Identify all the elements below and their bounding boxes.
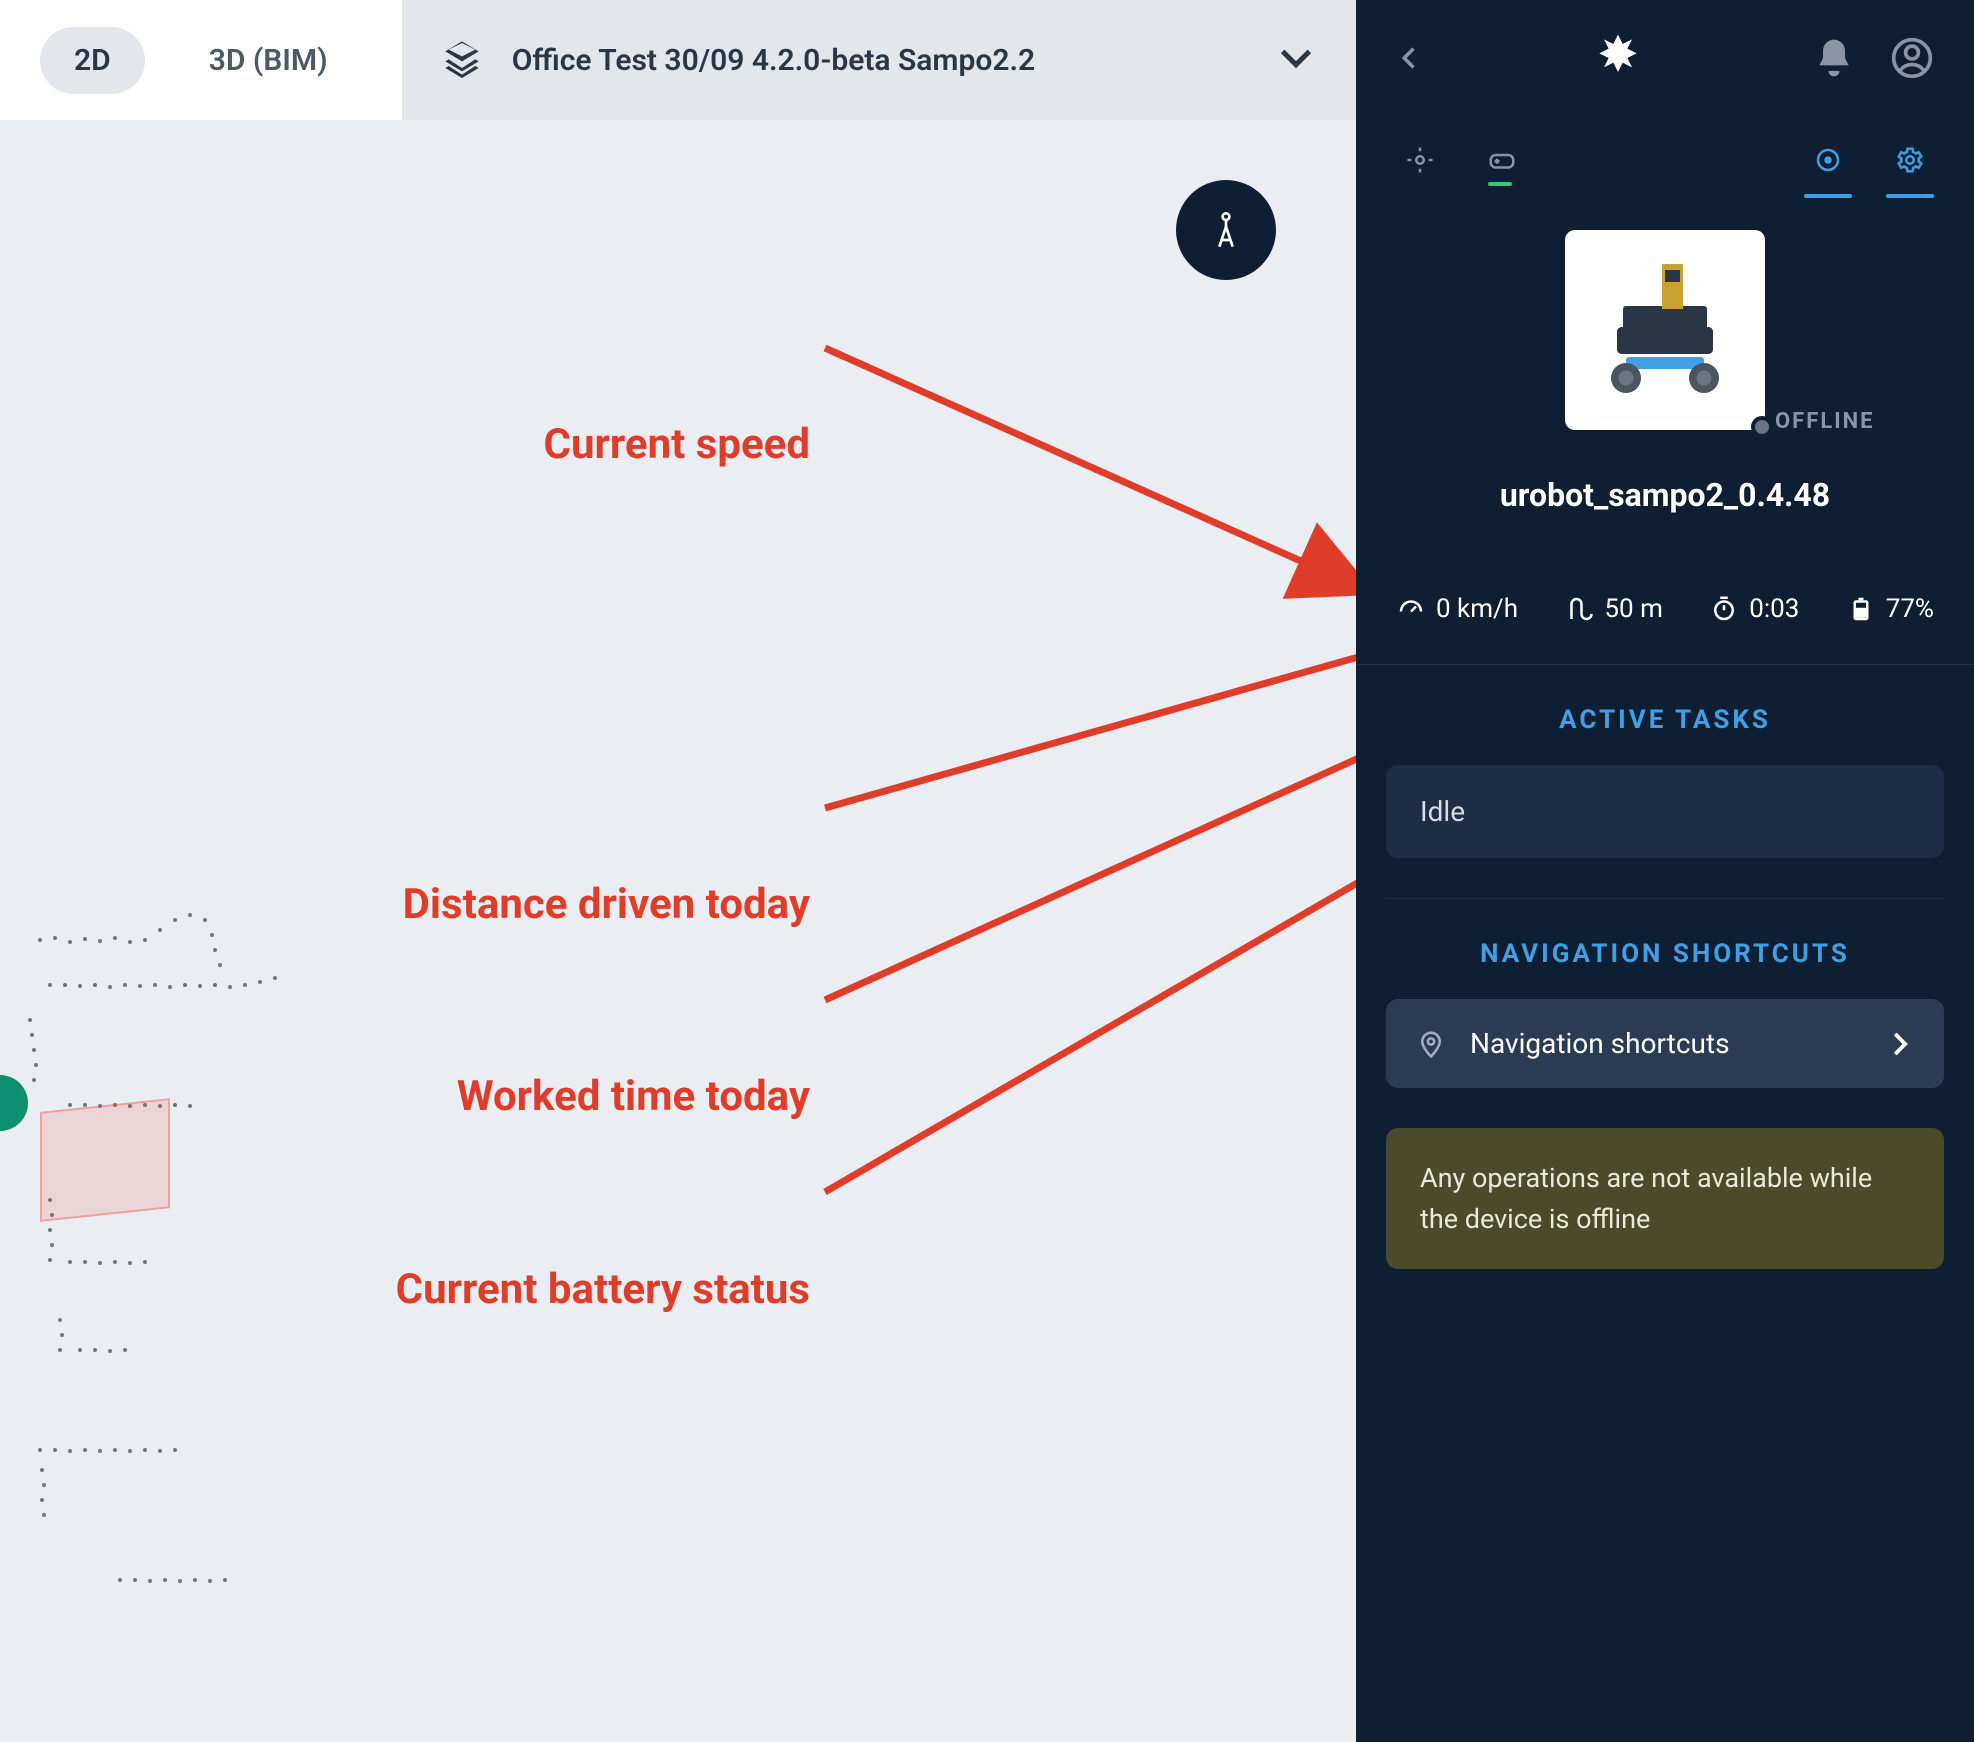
app-logo — [1590, 30, 1646, 90]
battery-icon — [1846, 594, 1876, 624]
restricted-zone — [40, 1098, 170, 1222]
active-task-card: Idle — [1386, 765, 1944, 858]
sidebar-topbar — [1356, 0, 1974, 120]
speed-gauge-icon — [1396, 594, 1426, 624]
stat-distance: 50 m — [1564, 594, 1662, 624]
nav-shortcuts-header: NAVIGATION SHORTCUTS — [1356, 899, 1974, 999]
active-task-state: Idle — [1420, 795, 1465, 828]
map-canvas[interactable]: Current speed Distance driven today Work… — [0, 120, 1356, 1742]
active-tasks-header: ACTIVE TASKS — [1356, 665, 1974, 765]
stat-time: 0:03 — [1709, 594, 1799, 624]
chevron-down-icon — [1276, 38, 1316, 82]
nav-shortcuts-button[interactable]: Navigation shortcuts — [1386, 999, 1944, 1088]
account-button[interactable] — [1890, 36, 1934, 84]
map-pin-icon — [1416, 1029, 1446, 1059]
map-pane: 2D 3D (BIM) Office Test 30/09 4.2.0-beta… — [0, 0, 1356, 1742]
tab-3d-bim[interactable]: 3D (BIM) — [175, 27, 362, 94]
offline-warning: Any operations are not available while t… — [1386, 1128, 1944, 1269]
back-button[interactable] — [1396, 44, 1424, 76]
sidebar-tabs — [1356, 120, 1974, 200]
stats-row: 0 km/h 50 m 0:03 77% — [1356, 554, 1974, 665]
tab-2d[interactable]: 2D — [40, 27, 145, 94]
tab-controller[interactable] — [1478, 136, 1526, 184]
view-tabs: 2D 3D (BIM) — [0, 0, 402, 120]
route-icon — [1564, 594, 1594, 624]
map-name: Office Test 30/09 4.2.0-beta Sampo2.2 — [512, 43, 1246, 78]
stat-speed: 0 km/h — [1396, 594, 1518, 624]
annotation-speed: Current speed — [0, 420, 810, 469]
stopwatch-icon — [1709, 594, 1739, 624]
robot-card: OFFLINE urobot_sampo2_0.4.48 — [1356, 200, 1974, 554]
tab-location[interactable] — [1396, 136, 1444, 184]
robot-name: urobot_sampo2_0.4.48 — [1500, 476, 1830, 514]
layers-icon — [442, 38, 482, 82]
chevron-right-icon — [1884, 1029, 1914, 1059]
stat-speed-value: 0 km/h — [1436, 594, 1518, 624]
map-selector[interactable]: Office Test 30/09 4.2.0-beta Sampo2.2 — [402, 0, 1356, 120]
pointcloud — [0, 820, 400, 1720]
device-sidebar: OFFLINE urobot_sampo2_0.4.48 0 km/h 50 m… — [1356, 0, 1974, 1742]
tab-target[interactable] — [1804, 136, 1852, 184]
map-topbar: 2D 3D (BIM) Office Test 30/09 4.2.0-beta… — [0, 0, 1356, 120]
tab-settings[interactable] — [1886, 136, 1934, 184]
compass-button[interactable] — [1176, 180, 1276, 280]
stat-time-value: 0:03 — [1749, 594, 1799, 624]
status-label: OFFLINE — [1775, 409, 1875, 434]
status-dot-icon — [1751, 416, 1773, 438]
stat-battery: 77% — [1846, 594, 1934, 624]
stat-distance-value: 50 m — [1604, 594, 1662, 624]
notifications-button[interactable] — [1812, 36, 1856, 84]
offline-warning-text: Any operations are not available while t… — [1420, 1162, 1872, 1235]
stat-battery-value: 77% — [1886, 594, 1934, 624]
robot-image: OFFLINE — [1565, 230, 1765, 430]
nav-shortcut-label: Navigation shortcuts — [1470, 1027, 1860, 1060]
